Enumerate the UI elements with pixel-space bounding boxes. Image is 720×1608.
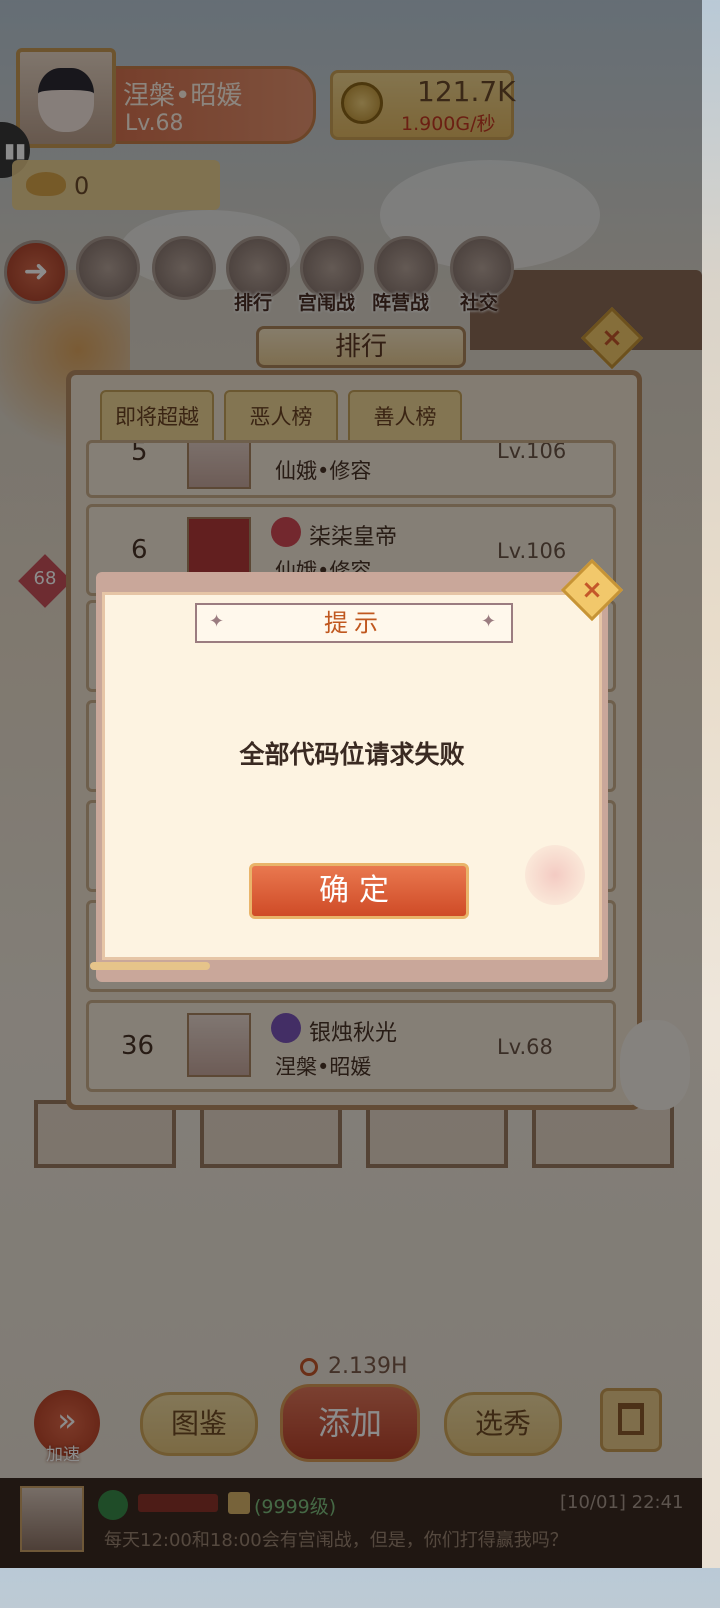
dialog-body: 提示 ✦ ✦ 全部代码位请求失败 确定 — [102, 592, 602, 960]
dialog-sparkle-right: ✦ — [481, 611, 497, 632]
scroll-rod-decoration — [90, 962, 210, 970]
dialog-message: 全部代码位请求失败 — [239, 740, 465, 769]
alert-dialog: 提示 ✦ ✦ 全部代码位请求失败 确定 — [90, 572, 608, 982]
dialog-title: 提示 — [195, 603, 513, 643]
close-icon: × — [581, 575, 603, 605]
dialog-sparkle-left: ✦ — [209, 611, 225, 632]
confirm-button[interactable]: 确定 — [249, 863, 469, 919]
blossom-decoration — [525, 845, 585, 905]
